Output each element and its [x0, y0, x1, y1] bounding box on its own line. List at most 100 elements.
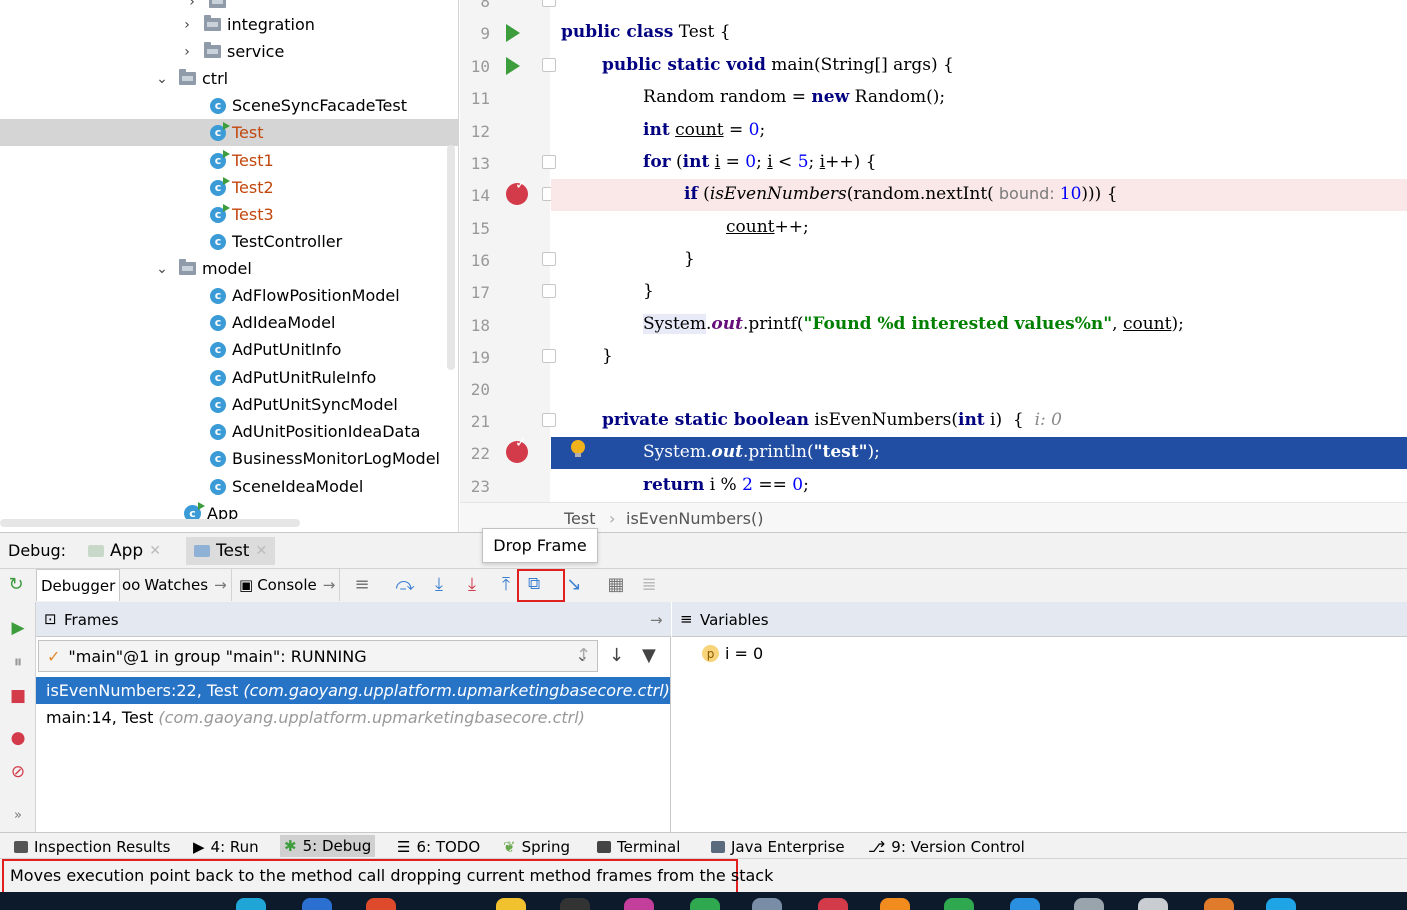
more-icon[interactable]: »: [8, 808, 28, 828]
tree-item-testcontroller[interactable]: c TestController: [0, 228, 458, 255]
debug-tab-test[interactable]: Test ✕: [186, 537, 276, 565]
code-line-8[interactable]: 8: [460, 0, 1407, 17]
tree-item-adunitpositionideadata[interactable]: c AdUnitPositionIdeaData: [0, 418, 458, 445]
tree-item-test[interactable]: c Test: [0, 119, 458, 146]
tree-item-sceneideamodel[interactable]: c SceneIdeaModel: [0, 473, 458, 500]
toolwindow-version-control[interactable]: ⎇ 9: Version Control: [868, 838, 1025, 856]
tree-item-test2[interactable]: c Test2: [0, 174, 458, 201]
code-line-18[interactable]: 18 System.out.printf("Found %d intereste…: [460, 309, 1407, 341]
code-line-10[interactable]: 10 public static void main(String[] args…: [460, 50, 1407, 82]
terminal-icon[interactable]: [560, 898, 590, 910]
tree-vertical-scrollbar[interactable]: [447, 145, 455, 370]
stop-icon[interactable]: ■: [8, 686, 28, 706]
tree-item-businessmonitorlogmodel[interactable]: c BusinessMonitorLogModel: [0, 445, 458, 472]
chevron-down-icon[interactable]: ⌄: [155, 261, 169, 277]
code-line-14[interactable]: 14 if (isEvenNumbers(random.nextInt( bou…: [460, 177, 1407, 211]
tree-item-test1[interactable]: c Test1: [0, 147, 458, 174]
folder-icon[interactable]: [496, 898, 526, 910]
tree-item-ctrl[interactable]: ⌄ ctrl: [0, 65, 458, 92]
tree-horizontal-scrollbar[interactable]: [0, 519, 300, 527]
code-line-21[interactable]: 21 private static boolean isEvenNumbers(…: [460, 405, 1407, 437]
code-line-17[interactable]: 17 }: [460, 276, 1407, 308]
fold-icon[interactable]: [542, 0, 556, 7]
code-line-22-execution-point[interactable]: 22 System.out.println("test");: [460, 435, 1407, 469]
code-line-9[interactable]: 9 public class Test {: [460, 17, 1407, 49]
evaluate-expression-icon[interactable]: ▦: [604, 573, 628, 597]
app-icon[interactable]: [1010, 898, 1040, 910]
subtab-watches[interactable]: oo Watches →: [118, 569, 232, 601]
tree-item-integration[interactable]: › integration: [0, 11, 458, 38]
toolwindow-spring[interactable]: ❦ Spring: [503, 838, 570, 856]
toolwindow-inspection-results[interactable]: Inspection Results: [14, 838, 170, 856]
chrome-icon[interactable]: [366, 898, 396, 910]
tree-item-adputunitsyncmodel[interactable]: c AdPutUnitSyncModel: [0, 391, 458, 418]
thread-select[interactable]: ✓ "main"@1 in group "main": RUNNING ⌄: [38, 640, 598, 672]
breadcrumb-file[interactable]: Test: [564, 509, 596, 528]
tree-item-adflowpositionmodel[interactable]: c AdFlowPositionModel: [0, 282, 458, 309]
code-editor[interactable]: 8 9 public class Test { 10 public static…: [460, 0, 1407, 502]
app-icon[interactable]: [1266, 898, 1296, 910]
code-line-19[interactable]: 19 }: [460, 341, 1407, 373]
run-to-cursor-icon[interactable]: ↘: [562, 573, 586, 597]
breadcrumb-method[interactable]: isEvenNumbers(): [626, 509, 763, 528]
app-icon[interactable]: [1204, 898, 1234, 910]
next-frame-icon[interactable]: ↓: [609, 645, 624, 666]
app-icon[interactable]: [880, 898, 910, 910]
app-icon[interactable]: [690, 898, 720, 910]
app-icon[interactable]: [752, 898, 782, 910]
toolwindow-debug[interactable]: ✱ 5: Debug: [280, 835, 376, 857]
run-gutter-icon[interactable]: [506, 57, 520, 75]
previous-frame-icon[interactable]: ↑: [576, 645, 591, 666]
app-icon[interactable]: [818, 898, 848, 910]
resume-icon[interactable]: ▶: [8, 618, 28, 638]
variable-row[interactable]: p i = 0: [702, 644, 763, 663]
code-line-23[interactable]: 23 return i % 2 == 0;: [460, 470, 1407, 502]
toolwindow-terminal[interactable]: Terminal: [597, 838, 680, 856]
breakpoint-icon[interactable]: [506, 435, 528, 463]
chevron-right-icon[interactable]: ›: [180, 17, 194, 33]
tree-item-test3[interactable]: c Test3: [0, 201, 458, 228]
show-execution-point-icon[interactable]: ⤼: [393, 573, 417, 597]
rerun-icon[interactable]: ↻: [4, 573, 28, 597]
code-line-13[interactable]: 13 for (int i = 0; i < 5; i++) {: [460, 147, 1407, 179]
tree-item-scenesyncfacadetest[interactable]: c SceneSyncFacadeTest: [0, 92, 458, 119]
frame-row[interactable]: isEvenNumbers:22, Test (com.gaoyang.uppl…: [36, 677, 670, 704]
breakpoint-icon[interactable]: [506, 177, 528, 205]
tree-item-model[interactable]: ⌄ model: [0, 255, 458, 282]
frame-row[interactable]: main:14, Test (com.gaoyang.upplatform.up…: [36, 704, 670, 731]
chevron-right-icon[interactable]: ›: [180, 44, 194, 60]
view-breakpoints-icon[interactable]: ●: [8, 728, 28, 748]
tree-item-service[interactable]: › service: [0, 38, 458, 65]
close-icon[interactable]: ✕: [255, 543, 267, 559]
filter-icon[interactable]: ▼: [642, 645, 656, 666]
step-over-icon[interactable]: ⤓: [427, 573, 451, 597]
browser-icon[interactable]: [236, 898, 266, 910]
drop-frame-icon[interactable]: ⧉: [528, 574, 540, 594]
code-line-12[interactable]: 12 int count = 0;: [460, 115, 1407, 147]
code-line-11[interactable]: 11 Random random = new Random();: [460, 82, 1407, 114]
toolwindow-todo[interactable]: ☰ 6: TODO: [397, 838, 480, 856]
menu-lines-icon[interactable]: ≡: [350, 573, 374, 597]
debug-tab-app[interactable]: App ✕: [80, 537, 169, 565]
step-out-icon[interactable]: ⤒: [494, 573, 518, 597]
app-icon[interactable]: [1138, 898, 1168, 910]
code-line-16[interactable]: 16 }: [460, 244, 1407, 276]
chevron-right-icon[interactable]: ›: [185, 0, 199, 10]
app-icon[interactable]: [944, 898, 974, 910]
app-icon[interactable]: [1074, 898, 1104, 910]
chevron-down-icon[interactable]: ⌄: [155, 71, 169, 87]
drop-frame-button-highlight[interactable]: [517, 569, 565, 602]
code-line-20[interactable]: 20: [460, 373, 1407, 405]
subtab-console[interactable]: ▣ Console →: [235, 569, 341, 601]
pin-icon[interactable]: →: [650, 611, 663, 629]
intellij-icon[interactable]: [624, 898, 654, 910]
tree-item-adideamodel[interactable]: c AdIdeaModel: [0, 309, 458, 336]
trace-icon[interactable]: ≣: [637, 573, 661, 597]
toolwindow-run[interactable]: ▶ 4: Run: [193, 838, 259, 856]
subtab-debugger[interactable]: Debugger: [36, 569, 121, 601]
force-step-into-icon[interactable]: ⤓: [460, 573, 484, 597]
pause-icon[interactable]: ⏸: [8, 652, 28, 672]
mute-breakpoints-icon[interactable]: ⊘: [8, 762, 28, 782]
run-gutter-icon[interactable]: [506, 24, 520, 42]
tree-item-adputunitruleinfo[interactable]: c AdPutUnitRuleInfo: [0, 364, 458, 391]
